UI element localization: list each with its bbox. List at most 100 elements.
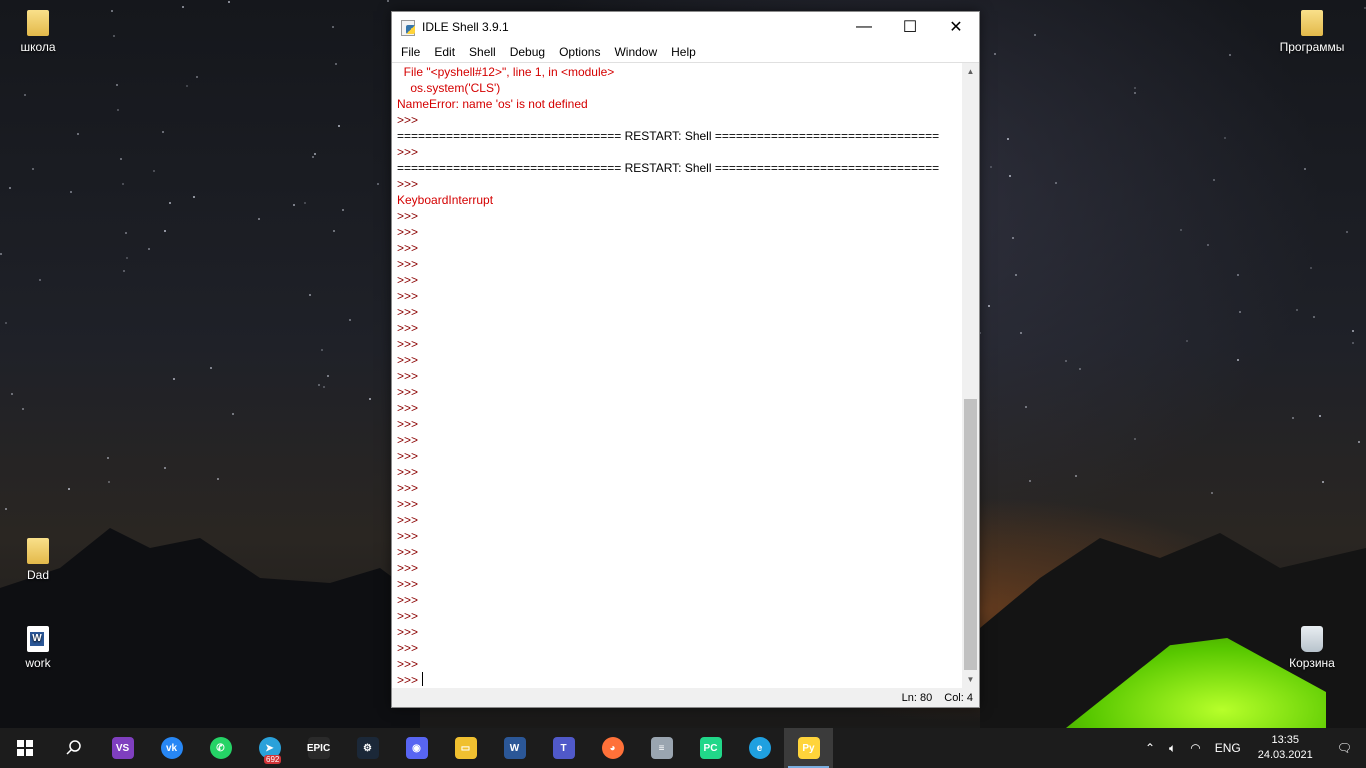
shell-line: >>> [397, 625, 422, 639]
folder-icon [1301, 10, 1323, 36]
menu-file[interactable]: File [394, 45, 427, 59]
vk-icon: vk [160, 737, 183, 759]
taskbar-app-discord[interactable]: ◉ [392, 728, 441, 768]
shell-line: >>> [397, 545, 422, 559]
taskbar-app-vk[interactable]: vk [147, 728, 196, 768]
desktop-icon-work[interactable]: work [0, 626, 76, 670]
menu-window[interactable]: Window [607, 45, 664, 59]
menu-edit[interactable]: Edit [427, 45, 462, 59]
word-icon: W [503, 737, 526, 759]
scroll-down-icon[interactable]: ▼ [962, 671, 979, 688]
whatsapp-icon: ✆ [209, 737, 232, 759]
menu-debug[interactable]: Debug [503, 45, 552, 59]
maximize-button[interactable]: ☐ [887, 12, 933, 41]
shell-line: >>> [397, 177, 422, 191]
shell-line: >>> [397, 672, 424, 687]
clock[interactable]: 13:35 24.03.2021 [1248, 733, 1323, 763]
window-titlebar[interactable]: IDLE Shell 3.9.1 — ☐ ✕ [392, 12, 979, 41]
scrollbar-thumb[interactable] [964, 399, 977, 670]
recycle-bin-icon [1301, 626, 1323, 652]
shell-line: KeyboardInterrupt [397, 193, 494, 207]
shell-line: >>> [397, 289, 422, 303]
menu-help[interactable]: Help [664, 45, 703, 59]
text-caret [422, 672, 424, 686]
shell-line: >>> [397, 145, 422, 159]
taskbar-app-teams[interactable]: T [539, 728, 588, 768]
python-idle-icon [400, 19, 416, 36]
visual-studio-icon: VS [111, 737, 134, 759]
desktop-icon-recycle-bin[interactable]: Корзина [1274, 626, 1350, 670]
taskbar-app-whatsapp[interactable]: ✆ [196, 728, 245, 768]
shell-line: >>> [397, 225, 422, 239]
taskbar-app-firefox[interactable]: ◕ [588, 728, 637, 768]
taskbar-app-steam[interactable]: ⚙ [343, 728, 392, 768]
shell-line: >>> [397, 321, 422, 335]
shell-line: ================================ RESTART… [397, 161, 940, 175]
edge-icon: e [748, 737, 771, 759]
shell-line: >>> [397, 353, 422, 367]
menu-shell[interactable]: Shell [462, 45, 503, 59]
desktop-icon-dad[interactable]: Dad [0, 538, 76, 582]
taskbar-app-idle[interactable]: Py [784, 728, 833, 768]
close-button[interactable]: ✕ [933, 12, 979, 41]
search-icon [65, 740, 81, 755]
language-indicator[interactable]: ENG [1208, 728, 1248, 768]
taskbar-app-edge[interactable]: e [735, 728, 784, 768]
taskbar-app-word[interactable]: W [490, 728, 539, 768]
shell-line: >>> [397, 641, 422, 655]
taskbar: VS vk ✆ ➤ EPIC ⚙ ◉ ▭ W T ◕ ≡ PC e Py 692 ⌃ 🔈︎ ◠ ENG 13… [0, 728, 1366, 768]
status-line: Ln: 80 [901, 691, 933, 704]
taskbar-app-database[interactable]: ≡ [637, 728, 686, 768]
status-bar: Ln: 80 Col: 4 [392, 688, 979, 707]
shell-line: >>> [397, 577, 422, 591]
desktop-icon-shkola[interactable]: школа [0, 10, 76, 54]
shell-line: >>> [397, 369, 422, 383]
shell-line: >>> [397, 241, 422, 255]
clock-time: 13:35 [1271, 734, 1299, 746]
shell-line: >>> [397, 513, 422, 527]
system-tray: ⌃ 🔈︎ ◠ ENG 13:35 24.03.2021 🗨︎ [1138, 728, 1366, 768]
taskbar-apps: VS vk ✆ ➤ EPIC ⚙ ◉ ▭ W T ◕ ≡ PC e Py [98, 728, 833, 768]
menu-bar: File Edit Shell Debug Options Window Hel… [392, 41, 979, 62]
shell-line: >>> [397, 305, 422, 319]
shell-line: >>> [397, 449, 422, 463]
notifications-icon[interactable]: 🗨︎ [1323, 728, 1366, 768]
status-column: Col: 4 [944, 691, 973, 704]
database-icon: ≡ [650, 737, 673, 759]
minimize-button[interactable]: — [841, 12, 887, 41]
desktop-icon-programmy[interactable]: Программы [1270, 10, 1354, 54]
shell-line: >>> [397, 561, 422, 575]
vertical-scrollbar[interactable]: ▲ ▼ [962, 63, 979, 688]
file-explorer-icon: ▭ [454, 737, 477, 759]
shell-line: >>> [397, 113, 422, 127]
shell-line: ================================ RESTART… [397, 129, 940, 143]
taskbar-app-file-explorer[interactable]: ▭ [441, 728, 490, 768]
shell-line: >>> [397, 257, 422, 271]
epic-games-icon: EPIC [307, 737, 330, 759]
firefox-icon: ◕ [601, 737, 624, 759]
chevron-up-icon[interactable]: ⌃ [1138, 728, 1162, 768]
shell-text-area[interactable]: File "<pyshell#12>", line 1, in <module>… [392, 63, 961, 688]
taskbar-app-visual-studio[interactable]: VS [98, 728, 147, 768]
wifi-icon[interactable]: ◠ [1183, 728, 1207, 768]
shell-line: >>> [397, 209, 422, 223]
shell-editor: File "<pyshell#12>", line 1, in <module>… [392, 62, 979, 688]
window-title: IDLE Shell 3.9.1 [422, 19, 509, 34]
desktop-icon-label: Dad [26, 568, 49, 582]
shell-line: >>> [397, 529, 422, 543]
desktop-icon-label: work [25, 656, 51, 670]
start-button[interactable] [0, 728, 49, 768]
shell-line: >>> [397, 401, 422, 415]
speaker-icon[interactable]: 🔈︎ [1162, 728, 1183, 768]
shell-line: >>> [397, 337, 422, 351]
menu-options[interactable]: Options [552, 45, 607, 59]
pycharm-icon: PC [699, 737, 722, 759]
taskbar-app-pycharm[interactable]: PC [686, 728, 735, 768]
taskbar-app-epic-games[interactable]: EPIC [294, 728, 343, 768]
teams-icon: T [552, 737, 575, 759]
scroll-up-icon[interactable]: ▲ [962, 63, 979, 80]
search-button[interactable] [49, 728, 98, 768]
shell-line: >>> [397, 417, 422, 431]
shell-line: >>> [397, 385, 422, 399]
windows-logo-icon [16, 740, 33, 756]
